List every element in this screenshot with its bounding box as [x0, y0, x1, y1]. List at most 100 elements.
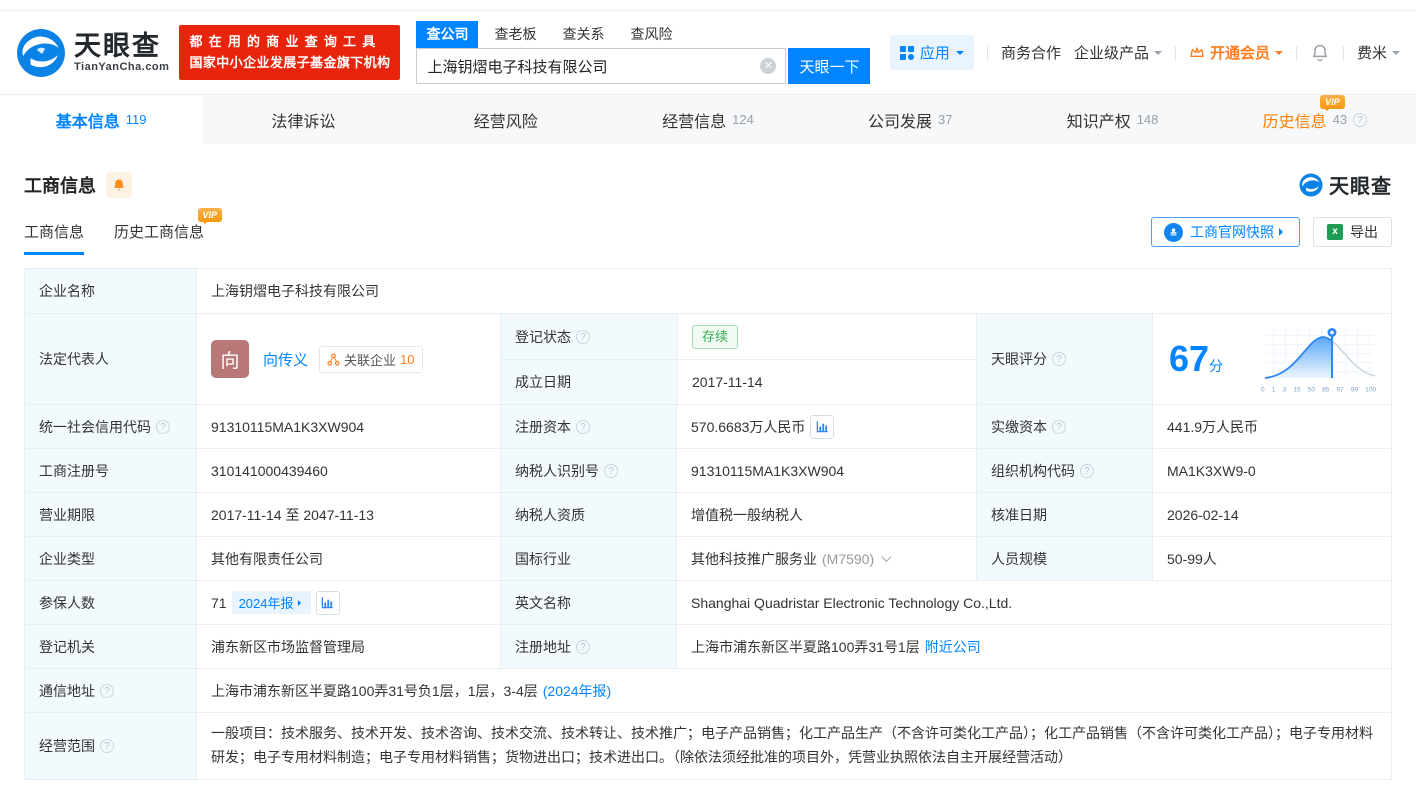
- nearby-companies-link[interactable]: 附近公司: [925, 637, 981, 657]
- export-label: 导出: [1350, 222, 1378, 242]
- tab-count: 124: [732, 112, 754, 127]
- help-icon[interactable]: ?: [100, 739, 114, 753]
- field-label: 英文名称: [500, 581, 676, 624]
- annual-report-tag[interactable]: 2024年报: [232, 591, 311, 614]
- credit-code-value: 91310115MA1K3XW904: [196, 405, 500, 448]
- business-term-value: 2017-11-14 至 2047-11-13: [196, 493, 500, 536]
- help-icon[interactable]: ?: [576, 330, 590, 344]
- section-title: 工商信息: [24, 172, 96, 198]
- status-badge: 存续: [692, 325, 738, 349]
- tianyan-score-cell[interactable]: 67分: [1152, 314, 1391, 404]
- field-label: 企业类型: [25, 537, 196, 580]
- subtab-history-business-info[interactable]: 历史工商信息 VIP: [114, 221, 204, 255]
- chevron-down-icon: [1275, 51, 1283, 59]
- nav-enterprise[interactable]: 企业级产品: [1074, 42, 1162, 63]
- divider: [1175, 46, 1176, 60]
- avatar[interactable]: 向: [211, 340, 249, 378]
- insured-trend-chart-button[interactable]: [316, 591, 340, 615]
- field-label: 营业期限: [25, 493, 196, 536]
- nav-apps-label: 应用: [920, 42, 950, 63]
- subtab-business-info[interactable]: 工商信息: [24, 221, 84, 255]
- annual-report-link[interactable]: (2024年报): [543, 681, 611, 701]
- search-button[interactable]: 天眼一下: [788, 48, 870, 84]
- search-tab-boss[interactable]: 查老板: [484, 21, 546, 48]
- staff-size-value: 50-99人: [1152, 537, 1391, 580]
- search-area: 查公司 查老板 查关系 查风险 ✕ 天眼一下: [416, 21, 870, 84]
- field-label: 参保人数: [25, 581, 196, 624]
- arrow-right-icon: [298, 600, 304, 606]
- search-tab-company[interactable]: 查公司: [416, 21, 478, 48]
- table-row: 法定代表人 向 向传义 关联企业 10: [25, 313, 1391, 404]
- nav-open-vip[interactable]: 开通会员: [1189, 42, 1283, 63]
- tab-company-development[interactable]: 公司发展 37: [809, 95, 1011, 144]
- excel-icon: x: [1327, 224, 1343, 240]
- nav-enterprise-label: 企业级产品: [1074, 42, 1149, 63]
- score-value: 67分: [1169, 341, 1223, 377]
- content: 工商信息 天眼查 工商信息 历史工商信息 VIP: [0, 170, 1416, 780]
- tab-intellectual-property[interactable]: 知识产权 148: [1011, 95, 1213, 144]
- help-icon[interactable]: ?: [1353, 113, 1367, 127]
- table-row: 登记机关 浦东新区市场监督管理局 注册地址 ? 上海市浦东新区半夏路100弄31…: [25, 624, 1391, 668]
- field-label-group: 组织机构代码 ?: [976, 449, 1152, 492]
- paid-capital-value: 441.9万人民币: [1152, 405, 1391, 448]
- english-name-value: Shanghai Quadristar Electronic Technolog…: [676, 581, 1391, 624]
- business-scope-value: 一般项目：技术服务、技术开发、技术咨询、技术交流、技术转让、技术推广；电子产品销…: [196, 713, 1391, 779]
- divider: [1343, 46, 1344, 60]
- chevron-down-icon: [956, 51, 964, 59]
- watermark-text: 天眼查: [1329, 170, 1392, 199]
- establish-date-value: 2017-11-14: [677, 360, 976, 404]
- field-label: 人员规模: [976, 537, 1152, 580]
- tab-basic-info[interactable]: 基本信息 119: [0, 95, 202, 144]
- tianyancha-logo[interactable]: 天眼查 TianYanCha.com: [16, 28, 169, 78]
- notification-bell-icon[interactable]: [1310, 43, 1330, 63]
- search-tab-risk[interactable]: 查风险: [620, 21, 682, 48]
- arrow-right-icon: [1279, 228, 1287, 236]
- legal-rep-link[interactable]: 向传义: [263, 349, 308, 370]
- grid-icon: [900, 46, 914, 60]
- official-snapshot-label: 工商官网快照: [1190, 222, 1274, 242]
- field-label: 经营范围: [39, 736, 95, 756]
- nav-cooperation-label: 商务合作: [1001, 42, 1061, 63]
- help-icon[interactable]: ?: [1080, 464, 1094, 478]
- field-label: 注册地址: [515, 637, 571, 657]
- chevron-down-icon: [1392, 51, 1400, 59]
- field-label-group: 天眼评分 ?: [976, 314, 1152, 404]
- tab-operating-info[interactable]: 经营信息 124: [607, 95, 809, 144]
- industry-cell[interactable]: 其他科技推广服务业(M7590): [676, 537, 976, 580]
- tab-operating-risk[interactable]: 经营风险: [405, 95, 607, 144]
- related-companies-badge[interactable]: 关联企业 10: [319, 346, 422, 373]
- help-icon[interactable]: ?: [1052, 420, 1066, 434]
- reg-number-value: 310141000439460: [196, 449, 500, 492]
- help-icon[interactable]: ?: [604, 464, 618, 478]
- tab-label: 经营信息: [662, 108, 726, 132]
- related-companies-label: 关联企业: [344, 350, 396, 369]
- status-subtable: 登记状态 ? 存续 成立日期 2017-11-14: [500, 314, 976, 404]
- field-label: 实缴资本: [991, 417, 1047, 437]
- tab-legal-proceedings[interactable]: 法律诉讼: [202, 95, 404, 144]
- capital-trend-chart-button[interactable]: [810, 415, 834, 439]
- field-label-group: 统一社会信用代码 ?: [25, 405, 196, 448]
- field-label: 统一社会信用代码: [39, 417, 151, 437]
- help-icon[interactable]: ?: [100, 684, 114, 698]
- tab-history-info[interactable]: 历史信息 VIP 43 ?: [1214, 95, 1416, 144]
- tab-label: 基本信息: [56, 108, 120, 132]
- official-snapshot-button[interactable]: 工商官网快照: [1151, 217, 1300, 247]
- tianyancha-logo-icon: [16, 28, 66, 78]
- field-label: 工商注册号: [25, 449, 196, 492]
- nav-cooperation[interactable]: 商务合作: [1001, 42, 1061, 63]
- username: 费米: [1357, 42, 1387, 63]
- help-icon[interactable]: ?: [1052, 352, 1066, 366]
- search-tab-relation[interactable]: 查关系: [552, 21, 614, 48]
- subscribe-bell-button[interactable]: [106, 172, 132, 198]
- tab-label: 法律诉讼: [271, 108, 335, 132]
- help-icon[interactable]: ?: [576, 640, 590, 654]
- field-label-group: 纳税人识别号 ?: [500, 449, 676, 492]
- nav-user-menu[interactable]: 费米: [1357, 42, 1400, 63]
- nav-apps[interactable]: 应用: [890, 35, 974, 70]
- help-icon[interactable]: ?: [576, 420, 590, 434]
- help-icon[interactable]: ?: [156, 420, 170, 434]
- tab-label: 公司发展: [868, 108, 932, 132]
- taxpayer-quality-value: 增值税一般纳税人: [676, 493, 976, 536]
- search-input[interactable]: [416, 48, 786, 84]
- export-button[interactable]: x 导出: [1313, 217, 1392, 247]
